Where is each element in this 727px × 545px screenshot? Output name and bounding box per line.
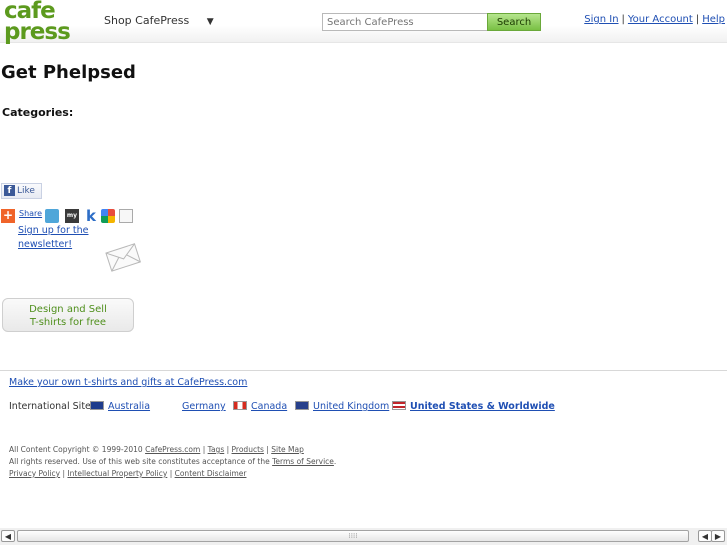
legal-line-1: All Content Copyright © 1999-2010 CafePr… [9, 445, 304, 454]
cafepress-home-link[interactable]: CafePress.com [145, 445, 200, 454]
uk-flag-icon [295, 401, 309, 410]
legal-notice: All Content Copyright © 1999-2010 CafePr… [9, 444, 336, 480]
categories-label: Categories: [2, 106, 74, 119]
intl-site-us[interactable]: United States & Worldwide [392, 401, 555, 412]
intl-site-germany[interactable]: Germany [182, 401, 226, 412]
products-link[interactable]: Products [232, 445, 264, 454]
rights-text: All rights reserved. Use of this web sit… [9, 457, 270, 466]
legal-line-3: Privacy Policy | Intellectual Property P… [9, 469, 247, 478]
scroll-left-arrow-icon[interactable]: ◀ [1, 530, 15, 542]
copyright-text: All Content Copyright © 1999-2010 [9, 445, 143, 454]
us-link[interactable]: United States & Worldwide [410, 401, 555, 412]
terms-of-service-link[interactable]: Terms of Service [272, 457, 334, 466]
search-input[interactable] [322, 13, 490, 31]
horizontal-scrollbar[interactable]: ◀ ⁞⁞⁞⁞ ◀ ▶ [0, 528, 727, 545]
intl-site-uk[interactable]: United Kingdom [295, 401, 389, 412]
scroll-left-arrow-icon-2[interactable]: ◀ [698, 530, 712, 542]
chevron-down-icon: ▼ [206, 17, 214, 27]
cafepress-logo[interactable]: cafe press [4, 0, 74, 47]
content-disclaimer-link[interactable]: Content Disclaimer [175, 469, 247, 478]
scrollbar-thumb[interactable]: ⁞⁞⁞⁞ [17, 530, 689, 542]
design-and-sell-button[interactable]: Design and Sell T-shirts for free [2, 298, 134, 332]
uk-link[interactable]: United Kingdom [313, 401, 389, 412]
page-title: Get Phelpsed [1, 62, 136, 83]
canada-link[interactable]: Canada [251, 401, 287, 412]
link-separator: | [695, 14, 700, 25]
facebook-icon: f [4, 185, 15, 196]
logo-line-2: press [4, 19, 71, 45]
intl-site-australia[interactable]: Australia [90, 401, 150, 412]
newsletter-signup: Sign up for the newsletter! [18, 224, 98, 252]
google-bookmark-icon[interactable] [101, 209, 115, 223]
make-your-own-link[interactable]: Make your own t-shirts and gifts at Cafe… [9, 377, 247, 388]
share-link[interactable]: Share [19, 209, 42, 218]
shop-menu-label: Shop CafePress [104, 14, 190, 27]
myspace-icon[interactable]: my [65, 209, 79, 223]
account-links: Sign In | Your Account | Help [584, 14, 725, 25]
footer-divider [0, 370, 727, 371]
australia-link[interactable]: Australia [108, 401, 150, 412]
ip-policy-link[interactable]: Intellectual Property Policy [67, 469, 167, 478]
newsletter-link[interactable]: Sign up for the newsletter! [18, 225, 89, 250]
search-button[interactable]: Search [487, 13, 541, 31]
like-label: Like [17, 186, 35, 196]
shop-cafepress-menu[interactable]: Shop CafePress ▼ [104, 14, 214, 27]
privacy-policy-link[interactable]: Privacy Policy [9, 469, 60, 478]
facebook-like-button[interactable]: f Like [1, 183, 42, 199]
kaboodle-icon[interactable]: k [86, 209, 96, 224]
scrollbar-grip-icon: ⁞⁞⁞⁞ [348, 532, 358, 540]
your-account-link[interactable]: Your Account [628, 14, 693, 25]
germany-link[interactable]: Germany [182, 401, 226, 412]
intl-label: International Sites: [9, 401, 100, 412]
scroll-right-arrow-icon[interactable]: ▶ [711, 530, 725, 542]
twitter-icon[interactable] [45, 209, 59, 223]
australia-flag-icon [90, 401, 104, 410]
tags-link[interactable]: Tags [208, 445, 225, 454]
design-button-line-2: T-shirts for free [29, 317, 107, 328]
site-map-link[interactable]: Site Map [271, 445, 304, 454]
legal-line-2: All rights reserved. Use of this web sit… [9, 457, 337, 466]
us-flag-icon [392, 401, 406, 410]
canada-flag-icon [233, 401, 247, 410]
link-separator: | [621, 14, 625, 25]
envelope-icon [105, 243, 141, 272]
intl-site-canada[interactable]: Canada [233, 401, 287, 412]
sign-in-link[interactable]: Sign In [584, 14, 618, 25]
email-icon[interactable] [119, 209, 133, 223]
design-button-line-1: Design and Sell [29, 304, 107, 315]
site-header: cafe press Shop CafePress ▼ Search Sign … [0, 0, 727, 44]
help-link[interactable]: Help [702, 14, 725, 25]
addthis-plus-icon[interactable]: + [1, 209, 15, 223]
